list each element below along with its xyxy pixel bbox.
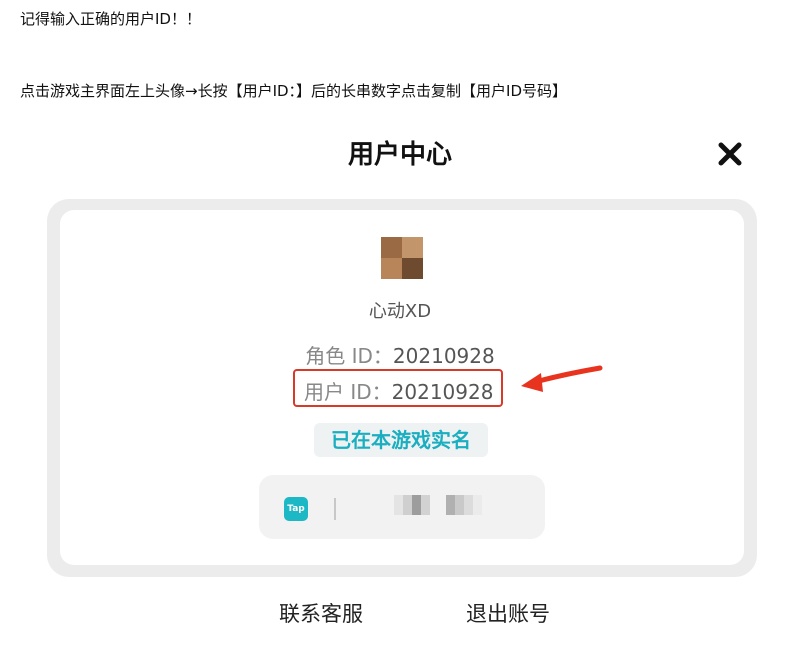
- masked-account-icon: [446, 495, 491, 515]
- instruction-line-2: 点击游戏主界面左上头像→长按【用户ID：】后的长串数字点击复制【用户ID号码】: [20, 82, 568, 100]
- close-button[interactable]: [712, 136, 748, 172]
- masked-account-icon: [394, 495, 430, 515]
- role-id: 角色 ID：20210928: [0, 340, 800, 369]
- role-id-value: 20210928: [392, 344, 495, 368]
- verified-badge: 已在本游戏实名: [314, 423, 488, 457]
- instruction-line-1: 记得输入正确的用户ID！！: [20, 10, 201, 28]
- role-id-label: 角色 ID：: [305, 344, 393, 368]
- user-id-value[interactable]: 20210928: [392, 380, 494, 404]
- page-title: 用户中心: [347, 140, 452, 170]
- user-id[interactable]: 用户 ID：20210928: [304, 376, 493, 405]
- tap-logo-icon: Tap: [284, 497, 308, 521]
- logout-button[interactable]: 退出账号: [466, 598, 550, 628]
- divider: [334, 498, 336, 520]
- avatar: [381, 237, 423, 279]
- nickname: 心动XD: [368, 301, 432, 322]
- contact-support-button[interactable]: 联系客服: [279, 598, 363, 628]
- annotation-arrow-icon: [521, 365, 603, 392]
- close-icon: [718, 142, 742, 166]
- user-id-label: 用户 ID：: [304, 380, 392, 404]
